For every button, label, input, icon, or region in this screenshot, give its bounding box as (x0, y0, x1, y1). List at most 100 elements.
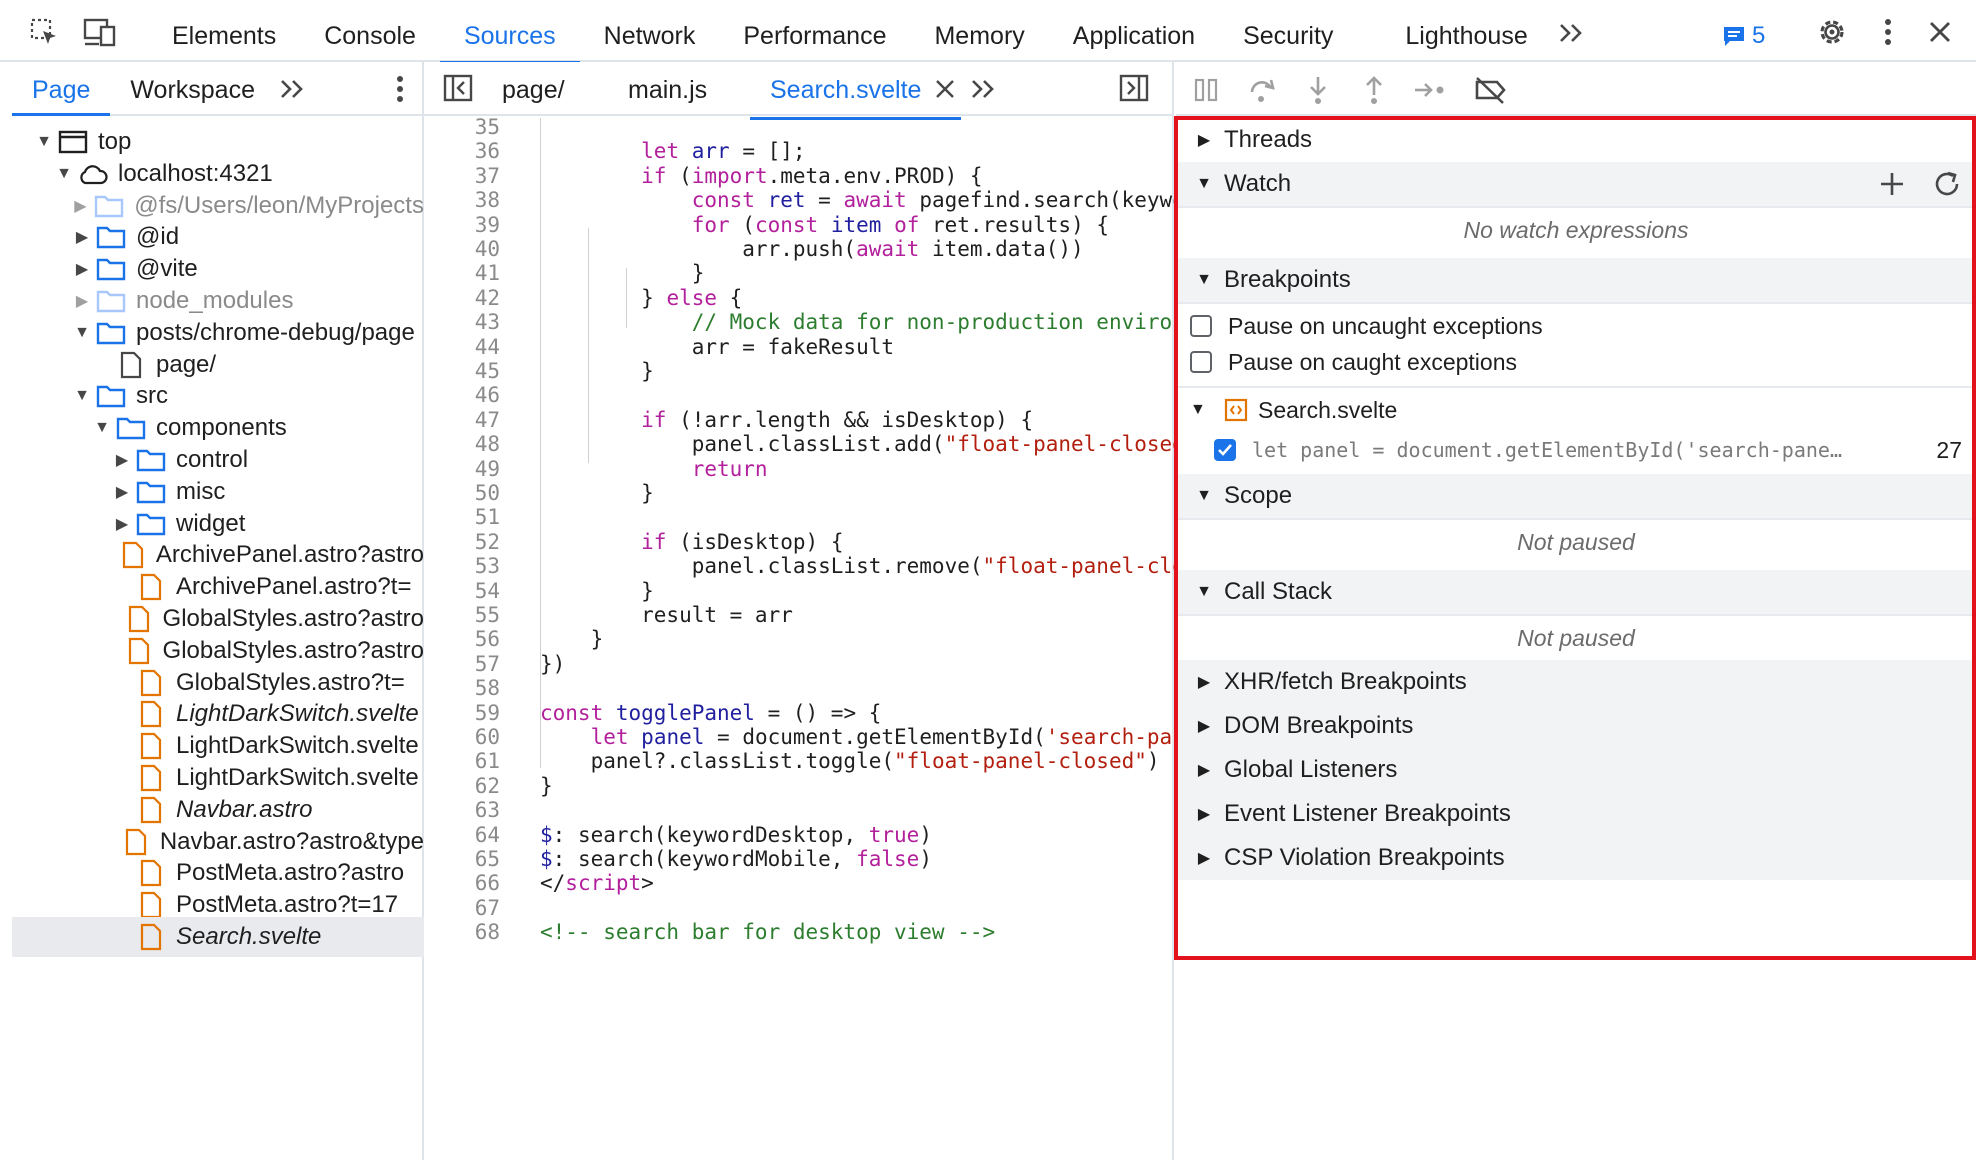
svelte-file-icon (1224, 398, 1248, 422)
dom-breakpoints-header[interactable]: ▶ DOM Breakpoints (1176, 704, 1976, 748)
callstack-empty-message: Not paused (1176, 616, 1976, 660)
tree-item[interactable]: Search.svelte (12, 917, 424, 957)
collapse-arrow-icon: ▼ (1196, 271, 1212, 288)
more-nav-tabs-icon[interactable] (275, 62, 325, 114)
expand-arrow-icon[interactable]: ▶ (72, 227, 92, 247)
global-listeners-header[interactable]: ▶ Global Listeners (1176, 748, 1976, 792)
debugger-toolbar (1176, 62, 1976, 116)
close-devtools-icon[interactable] (1922, 14, 1958, 50)
tab-network[interactable]: Network (580, 0, 720, 62)
collapse-arrow-icon: ▼ (1190, 401, 1206, 418)
pause-uncaught-row[interactable]: Pause on uncaught exceptions (1176, 308, 1976, 344)
script-file-icon (136, 701, 166, 728)
toggle-navigator-icon[interactable] (442, 72, 474, 109)
tree-item-label: src (136, 382, 168, 410)
breakpoint-item[interactable]: let panel = document.getElementById('sea… (1176, 430, 1976, 470)
tab-memory[interactable]: Memory (910, 0, 1048, 62)
script-file-icon (120, 542, 146, 569)
inspect-element-icon[interactable] (26, 14, 62, 50)
expand-arrow-icon[interactable]: ▶ (71, 196, 91, 216)
breakpoint-code: let panel = document.getElementById('sea… (1252, 438, 1843, 462)
event-listener-breakpoints-header[interactable]: ▶ Event Listener Breakpoints (1176, 792, 1976, 836)
refresh-watch-icon[interactable] (1932, 169, 1962, 206)
xhr-breakpoints-header[interactable]: ▶ XHR/fetch Breakpoints (1176, 660, 1976, 704)
debugger-sidebar: ▶ Threads ▼ Watch No watch expressions ▼… (1176, 62, 1976, 1160)
toggle-debugger-icon[interactable] (1118, 72, 1150, 109)
tree-item-label: control (176, 446, 249, 473)
collapse-arrow-icon[interactable]: ▼ (72, 387, 92, 405)
tab-workspace[interactable]: Workspace (110, 62, 275, 114)
script-file-icon (136, 923, 166, 951)
tree-item-label: localhost:4321 (118, 159, 273, 187)
collapse-arrow-icon[interactable]: ▼ (34, 133, 54, 151)
tree-item-label: Search.svelte (176, 923, 322, 950)
tab-sources[interactable]: Sources (439, 0, 580, 64)
step-out-icon[interactable] (1356, 72, 1392, 108)
collapse-arrow-icon[interactable]: ▼ (54, 165, 74, 183)
pause-resume-icon[interactable] (1188, 72, 1224, 108)
tab-performance[interactable]: Performance (719, 0, 910, 62)
tab-security[interactable]: Security (1219, 0, 1357, 62)
step-into-icon[interactable] (1300, 72, 1336, 108)
tree-item-label: GlobalStyles.astro?astro (162, 636, 424, 664)
tree-item-label: LightDarkSwitch.svelte (176, 732, 419, 760)
expand-arrow-icon[interactable]: ▶ (112, 514, 132, 534)
scope-section-header[interactable]: ▼ Scope (1176, 474, 1976, 518)
tree-item-label: PostMeta.astro?t=17 (176, 891, 399, 919)
tab-application[interactable]: Application (1049, 0, 1219, 62)
pause-caught-checkbox[interactable] (1190, 351, 1212, 373)
deactivate-breakpoints-icon[interactable] (1472, 72, 1508, 108)
script-file-icon (136, 764, 166, 792)
collapse-arrow-icon[interactable]: ▼ (72, 324, 92, 342)
expand-arrow-icon: ▶ (1197, 850, 1211, 867)
script-file-icon (125, 605, 152, 633)
settings-gear-icon[interactable] (1814, 14, 1850, 50)
close-tab-icon[interactable] (934, 78, 956, 105)
step-over-icon[interactable] (1244, 72, 1280, 108)
expand-arrow-icon: ▶ (1197, 132, 1211, 149)
navigator-menu-icon[interactable] (396, 75, 404, 108)
script-file-icon (136, 574, 166, 601)
editor-tab-mainjs[interactable]: main.js (628, 62, 707, 118)
script-file-icon (136, 669, 166, 696)
expand-arrow-icon[interactable]: ▶ (72, 291, 92, 311)
breakpoint-enabled-checkbox[interactable] (1214, 439, 1236, 461)
more-options-icon[interactable] (1870, 14, 1906, 50)
device-toolbar-icon[interactable] (82, 14, 118, 50)
code-area[interactable]: 35 36 let arr = []; 37 if (import.meta.env… (424, 118, 1174, 1160)
breakpoints-section-header[interactable]: ▼ Breakpoints (1176, 258, 1976, 302)
line-number[interactable]: 68 (424, 917, 500, 947)
callstack-section-header[interactable]: ▼ Call Stack (1176, 570, 1976, 614)
editor-tabs: page/ main.js Search.svelte (424, 62, 1172, 120)
tab-lighthouse[interactable]: Lighthouse (1357, 0, 1551, 62)
code-text: <!-- search bar for desktop view --> (540, 920, 996, 945)
csp-violation-breakpoints-header[interactable]: ▶ CSP Violation Breakpoints (1176, 836, 1976, 880)
pause-caught-row[interactable]: Pause on caught exceptions (1176, 344, 1976, 380)
more-editor-tabs-icon[interactable] (970, 78, 996, 105)
tab-console[interactable]: Console (300, 0, 440, 62)
navigator-tabs: Page Workspace (12, 62, 422, 116)
tab-page[interactable]: Page (12, 62, 111, 116)
tab-elements[interactable]: Elements (148, 0, 300, 62)
tree-item-label: ArchivePanel.astro?astro (155, 541, 424, 569)
step-icon[interactable] (1412, 72, 1448, 108)
expand-arrow-icon[interactable]: ▶ (112, 450, 132, 470)
editor-tab-page[interactable]: page/ (502, 62, 565, 118)
more-tabs-icon[interactable] (1552, 0, 1608, 62)
collapse-arrow-icon[interactable]: ▼ (92, 419, 112, 437)
folder-icon (136, 479, 166, 505)
file-navigator: Page Workspace ▼ top ▼ localhost:4321 ▶ @fs/U… (12, 62, 424, 1160)
add-watch-icon[interactable] (1878, 170, 1906, 205)
expand-arrow-icon[interactable]: ▶ (112, 482, 132, 502)
folder-icon (96, 256, 126, 282)
editor-tab-search-svelte[interactable]: Search.svelte (749, 62, 963, 120)
expand-arrow-icon[interactable]: ▶ (72, 259, 92, 279)
threads-section-header[interactable]: ▶ Threads (1176, 118, 1976, 162)
code-line[interactable]: 68 <!-- search bar for desktop view --> (424, 917, 1174, 947)
breakpoint-file-row[interactable]: ▼ Search.svelte (1176, 390, 1976, 430)
tree-item-label: LightDarkSwitch.svelte (176, 700, 419, 728)
pause-uncaught-checkbox[interactable] (1190, 315, 1212, 337)
tree-item-label: top (98, 128, 132, 155)
issues-badge[interactable]: 5 (1722, 22, 1765, 50)
watch-section-header[interactable]: ▼ Watch (1176, 162, 1976, 206)
